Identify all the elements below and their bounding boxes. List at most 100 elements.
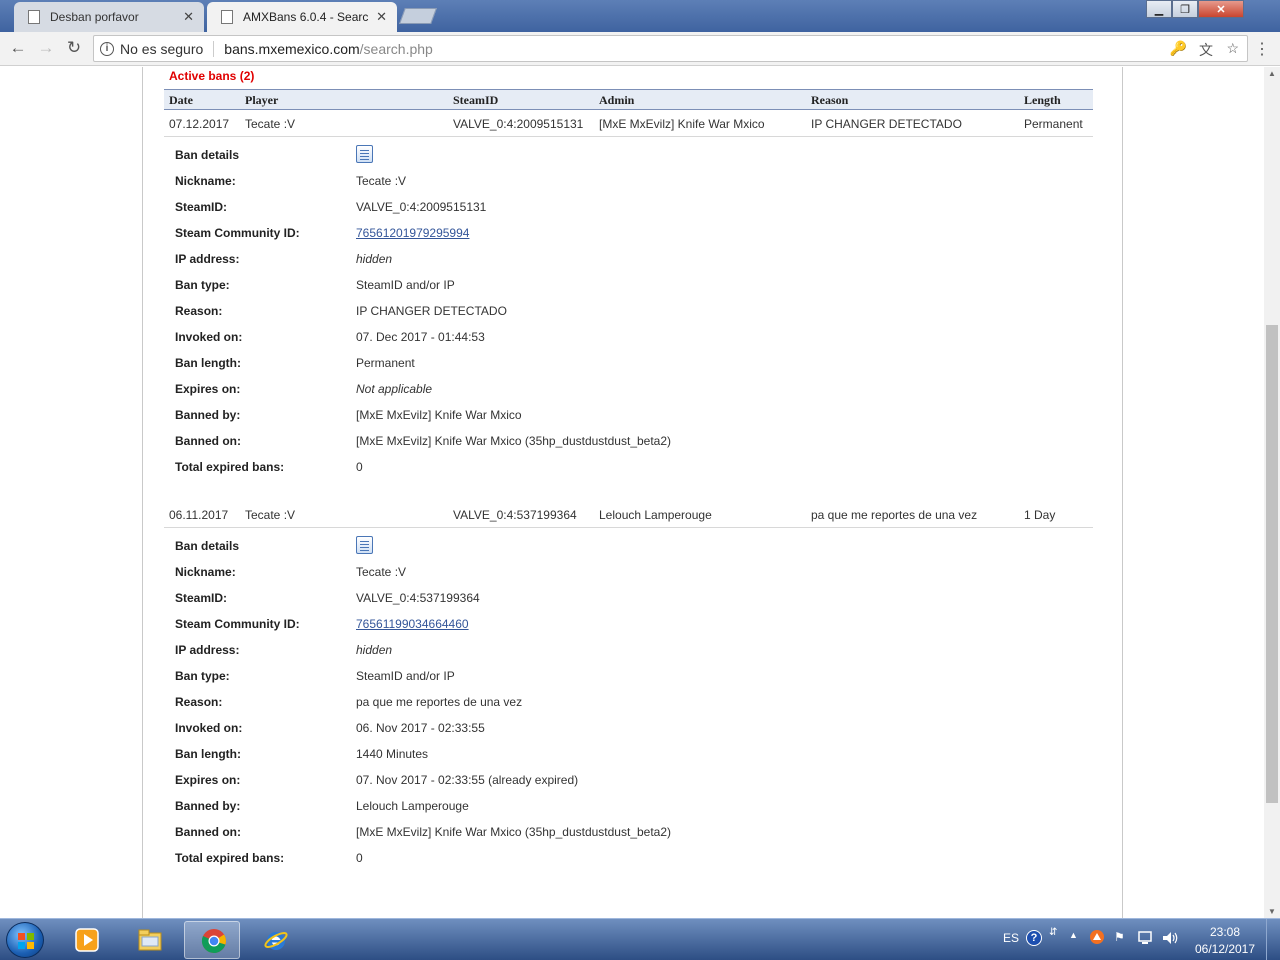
file-explorer-icon — [138, 929, 162, 951]
scroll-up-arrow-icon[interactable]: ▲ — [1268, 69, 1276, 78]
table-row[interactable]: 06.11.2017 Tecate :V VALVE_0:4:537199364… — [164, 502, 1093, 528]
detail-value: hidden — [356, 643, 393, 657]
forward-button[interactable]: → — [36, 38, 56, 58]
taskbar-internet-explorer[interactable] — [247, 921, 303, 959]
ban-length: 1 Day — [1024, 508, 1056, 522]
restore-button[interactable]: ❐ — [1172, 0, 1198, 18]
detail-value: Not applicable — [356, 382, 433, 396]
close-window-button[interactable]: ✕ — [1198, 0, 1244, 18]
detail-label: Banned on: — [175, 434, 241, 448]
ban-date: 06.11.2017 — [169, 508, 229, 522]
detail-label: Ban type: — [175, 278, 230, 292]
chrome-icon — [201, 929, 226, 953]
detail-value: Tecate :V — [356, 174, 407, 188]
document-icon[interactable] — [356, 536, 373, 554]
detail-value: 07. Dec 2017 - 01:44:53 — [356, 330, 485, 344]
detail-label: Expires on: — [175, 382, 241, 396]
volume-icon[interactable] — [1161, 930, 1179, 946]
security-status[interactable]: No es seguro — [120, 41, 203, 57]
close-icon[interactable]: ✕ — [376, 9, 387, 25]
detail-value: [MxE MxEvilz] Knife War Mxico — [356, 408, 522, 422]
taskbar-media-player[interactable] — [58, 921, 114, 959]
address-bar[interactable]: i No es seguro bans.mxemexico.com /searc… — [93, 35, 1248, 62]
avast-icon[interactable] — [1089, 929, 1105, 945]
vertical-scrollbar[interactable]: ▲ ▼ — [1264, 67, 1280, 918]
detail-value: VALVE_0:4:2009515131 — [356, 200, 487, 214]
column-header-date: Date — [169, 93, 193, 107]
close-icon[interactable]: ✕ — [183, 9, 194, 25]
detail-label: Total expired bans: — [175, 851, 285, 865]
url-path: /search.php — [359, 40, 433, 57]
ban-reason: IP CHANGER DETECTADO — [811, 117, 962, 131]
column-header-reason: Reason — [811, 93, 849, 107]
language-indicator[interactable]: ES — [1003, 931, 1019, 945]
detail-value: IP CHANGER DETECTADO — [356, 304, 507, 318]
steam-community-link[interactable]: 76561199034664460 — [356, 617, 469, 631]
tab-desban[interactable]: Desban porfavor ✕ — [14, 2, 204, 32]
action-center-flag-icon[interactable]: ⚑ — [1114, 930, 1125, 944]
minimize-button[interactable]: ▁ — [1146, 0, 1172, 18]
detail-value: pa que me reportes de una vez — [356, 695, 523, 709]
ban-admin: [MxE MxEvilz] Knife War Mxico — [599, 117, 765, 131]
column-header-admin: Admin — [599, 93, 635, 107]
clock-date[interactable]: 06/12/2017 — [1194, 942, 1256, 956]
detail-label: Reason: — [175, 304, 223, 318]
star-icon[interactable]: ☆ — [1226, 40, 1239, 57]
detail-value: 0 — [356, 851, 363, 865]
detail-label: Ban length: — [175, 356, 241, 370]
network-tray-icon[interactable]: ⇵ — [1049, 927, 1057, 938]
detail-label: IP address: — [175, 252, 240, 266]
detail-label: IP address: — [175, 643, 240, 657]
detail-label: SteamID: — [175, 200, 228, 214]
detail-label: SteamID: — [175, 591, 228, 605]
scroll-down-arrow-icon[interactable]: ▼ — [1268, 907, 1276, 916]
ban-admin: Lelouch Lamperouge — [599, 508, 712, 522]
detail-value: Lelouch Lamperouge — [356, 799, 469, 813]
key-icon[interactable]: 🔑 — [1170, 40, 1187, 57]
detail-label: Nickname: — [175, 565, 236, 579]
detail-label: Invoked on: — [175, 721, 243, 735]
media-player-icon — [75, 928, 99, 952]
start-button[interactable] — [6, 922, 44, 958]
detail-value: 0 — [356, 460, 363, 474]
document-icon[interactable] — [356, 145, 373, 163]
show-hidden-icons-icon[interactable]: ▲ — [1069, 930, 1078, 940]
tab-title: Desban porfavor — [50, 10, 139, 24]
network-icon[interactable] — [1137, 930, 1153, 946]
detail-value: 07. Nov 2017 - 02:33:55 (already expired… — [356, 773, 579, 787]
ban-details-panel: Ban details Nickname: Tecate :V SteamID:… — [164, 145, 1093, 477]
menu-icon[interactable]: ⋮ — [1254, 39, 1270, 59]
table-row[interactable]: 07.12.2017 Tecate :V VALVE_0:4:200951513… — [164, 111, 1093, 137]
detail-label: Banned on: — [175, 825, 241, 839]
detail-value: hidden — [356, 252, 393, 266]
detail-label: Ban details — [175, 148, 240, 162]
column-header-steamid: SteamID — [453, 93, 499, 107]
ban-date: 07.12.2017 — [169, 117, 230, 131]
column-header-player: Player — [245, 93, 279, 107]
column-header-length: Length — [1024, 93, 1061, 107]
detail-label: Ban length: — [175, 747, 241, 761]
internet-explorer-icon — [264, 932, 288, 950]
section-title: Active bans (2) — [169, 69, 255, 83]
tab-amxbans-search[interactable]: AMXBans 6.0.4 - Search ✕ — [207, 2, 397, 32]
ban-steamid: VALVE_0:4:2009515131 — [453, 117, 584, 131]
detail-label: Reason: — [175, 695, 223, 709]
taskbar-chrome[interactable] — [184, 921, 240, 959]
browser-titlebar: Desban porfavor ✕ AMXBans 6.0.4 - Search… — [0, 0, 1280, 32]
ban-steamid: VALVE_0:4:537199364 — [453, 508, 577, 522]
tab-title: AMXBans 6.0.4 - Search — [243, 10, 369, 24]
page-icon — [221, 10, 233, 24]
show-desktop-button[interactable] — [1266, 919, 1280, 960]
back-button[interactable]: ← — [8, 38, 28, 58]
scrollbar-thumb[interactable] — [1266, 325, 1278, 803]
new-tab-button[interactable] — [399, 8, 437, 24]
help-icon[interactable]: ? — [1026, 930, 1042, 946]
translate-icon[interactable]: 文 — [1199, 40, 1213, 60]
taskbar-file-explorer[interactable] — [121, 921, 177, 959]
page-viewport: Active bans (2) Date Player SteamID Admi… — [0, 67, 1264, 918]
detail-label: Steam Community ID: — [175, 617, 300, 631]
clock-time[interactable]: 23:08 — [1196, 925, 1254, 939]
steam-community-link[interactable]: 76561201979295994 — [356, 226, 469, 240]
reload-button[interactable]: ↻ — [64, 38, 84, 58]
info-icon[interactable]: i — [100, 41, 114, 56]
